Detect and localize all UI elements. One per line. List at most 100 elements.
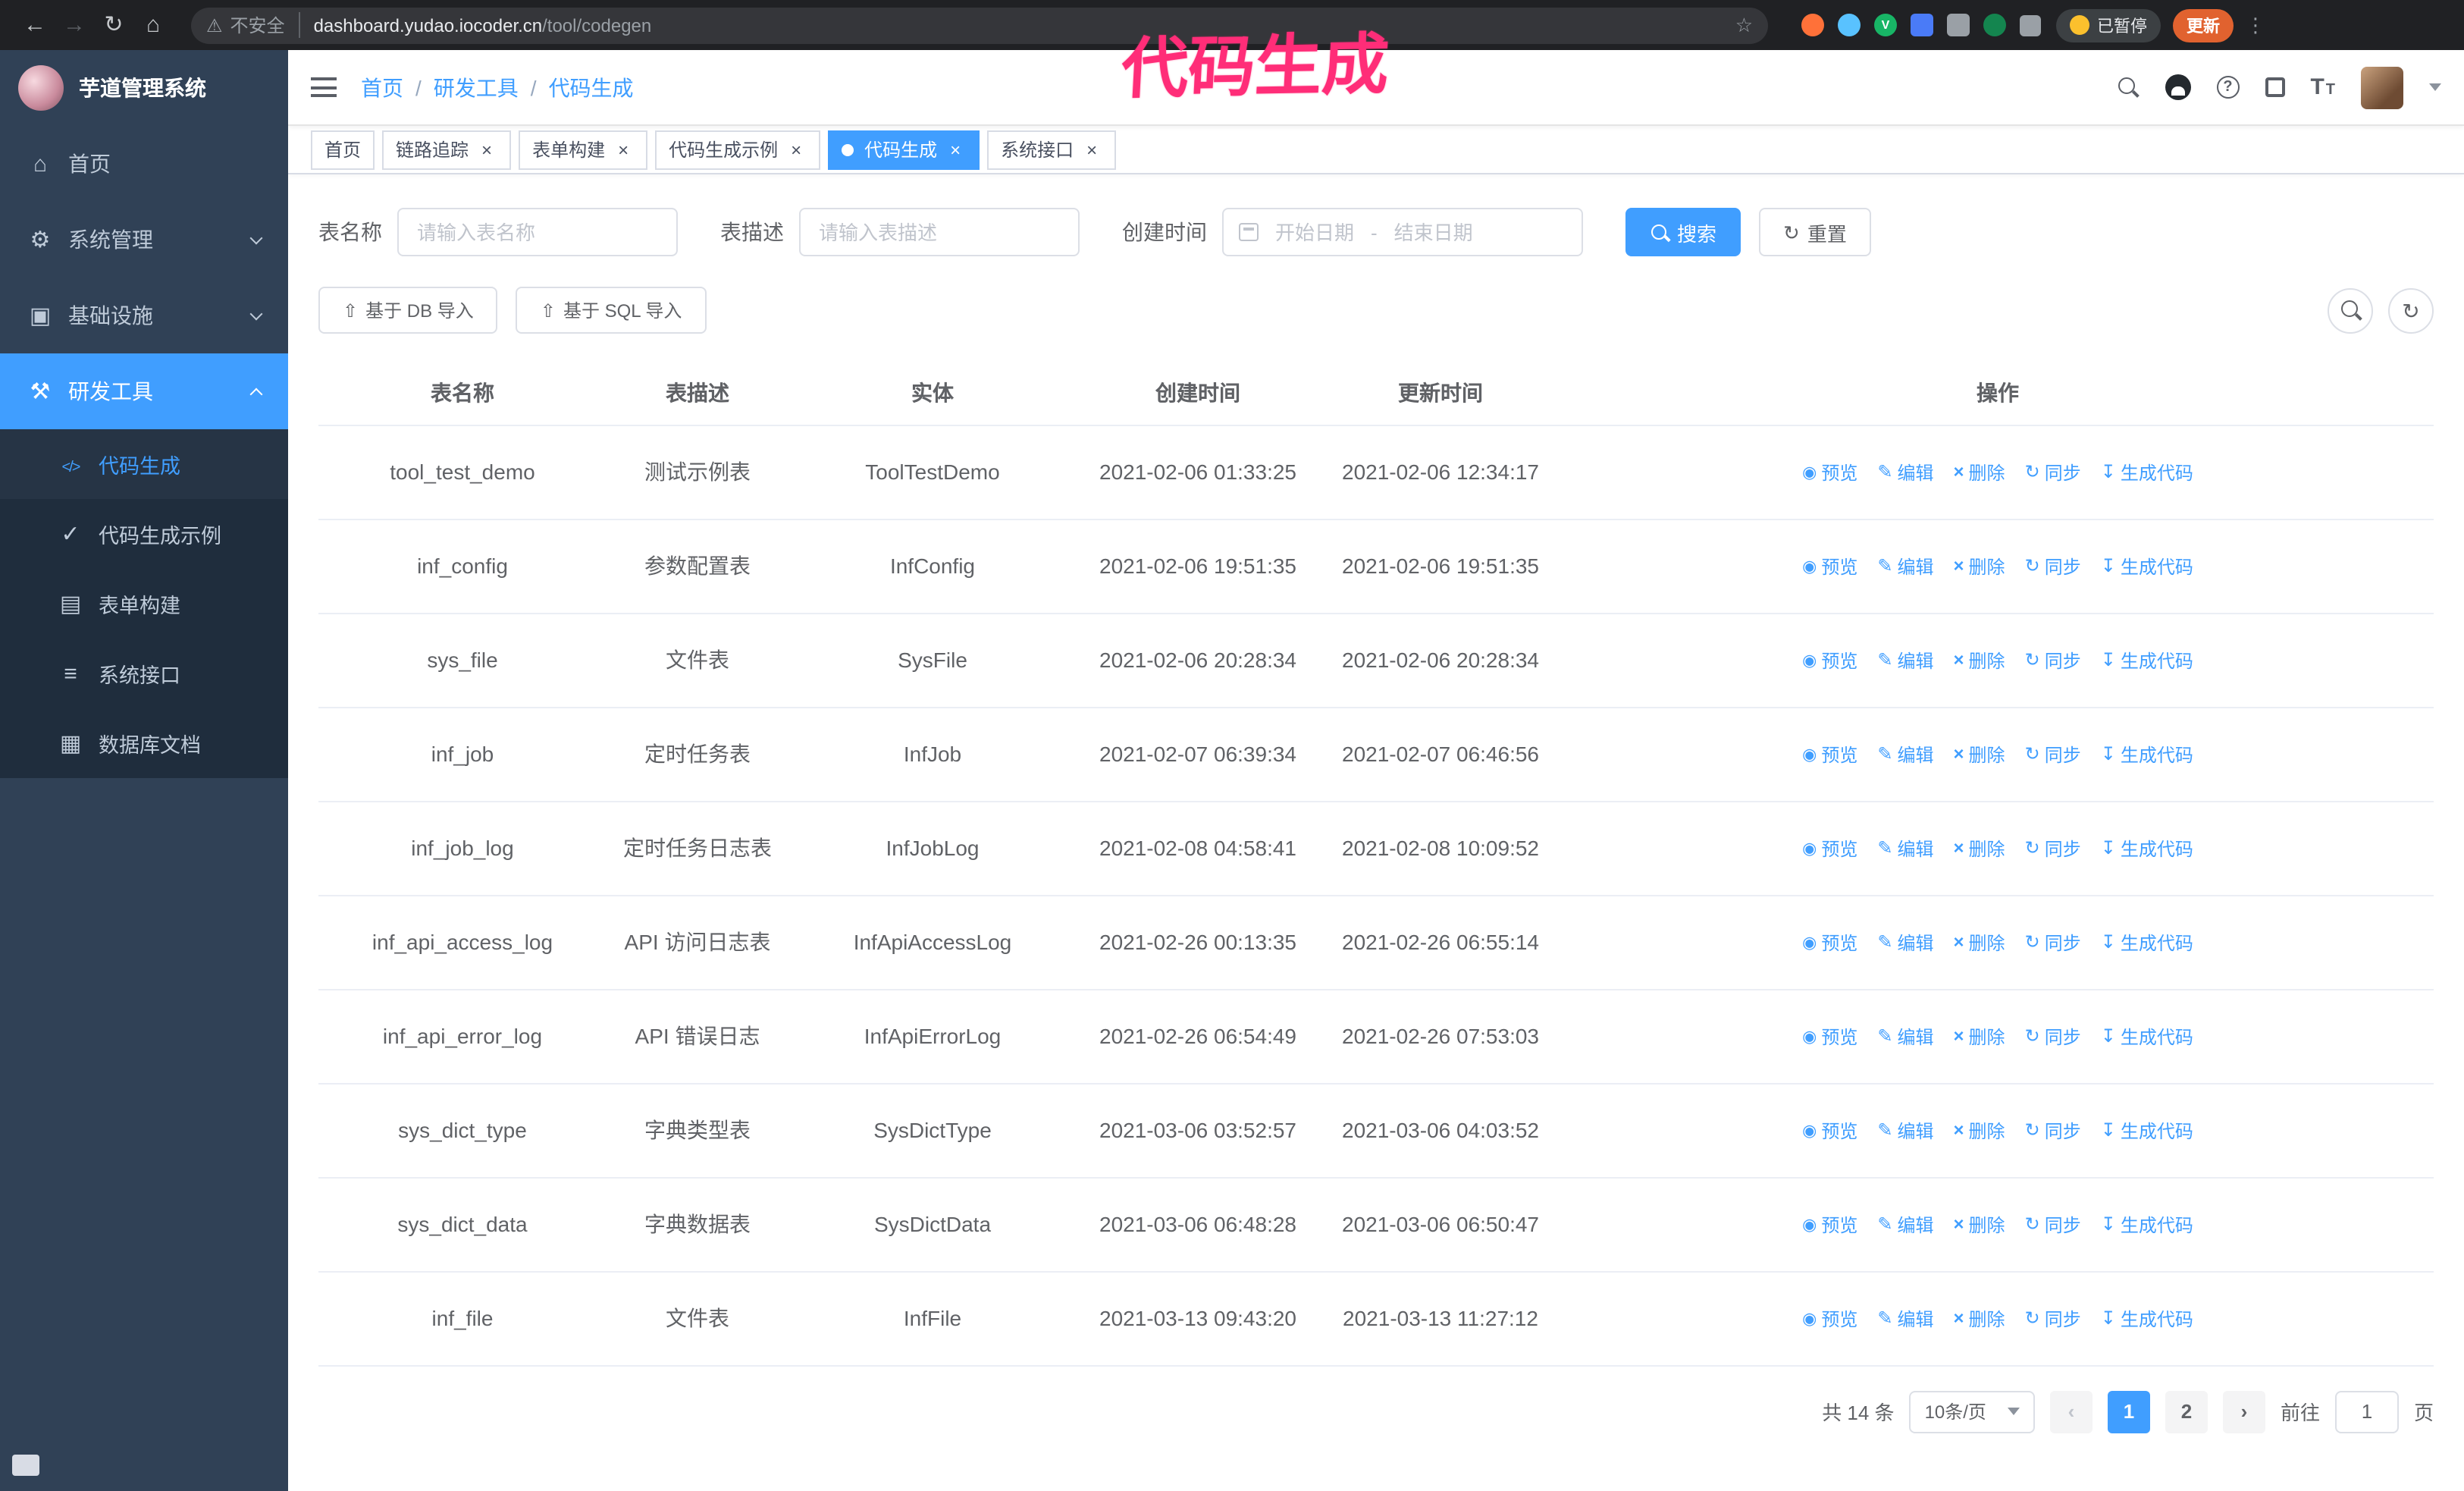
tab-system-api[interactable]: 系统接口 × xyxy=(987,130,1117,169)
table-name-input[interactable] xyxy=(397,208,678,256)
sync-link[interactable]: 同步 xyxy=(2025,929,2081,955)
sidebar-collapse-button[interactable] xyxy=(12,1455,39,1476)
app-logo[interactable]: 芋道管理系统 xyxy=(0,50,288,126)
generate-code-link[interactable]: 生成代码 xyxy=(2101,929,2193,955)
forward-icon[interactable] xyxy=(55,5,94,45)
generate-code-link[interactable]: 生成代码 xyxy=(2101,1117,2193,1143)
preview-link[interactable]: 预览 xyxy=(1802,1305,1857,1331)
delete-link[interactable]: 删除 xyxy=(1954,929,2005,955)
sync-link[interactable]: 同步 xyxy=(2025,835,2081,861)
goto-page-input[interactable] xyxy=(2334,1390,2399,1433)
toggle-search-button[interactable] xyxy=(2328,287,2373,333)
edit-link[interactable]: 编辑 xyxy=(1877,647,1933,673)
tab-codegen-example[interactable]: 代码生成示例 × xyxy=(655,130,821,169)
table-desc-input[interactable] xyxy=(799,208,1080,256)
generate-code-link[interactable]: 生成代码 xyxy=(2101,553,2193,579)
sidebar-item-codegen-example[interactable]: 代码生成示例 xyxy=(0,499,288,569)
tab-trace[interactable]: 链路追踪 × xyxy=(382,130,512,169)
preview-link[interactable]: 预览 xyxy=(1802,1211,1857,1237)
home-icon[interactable] xyxy=(133,5,173,45)
edit-link[interactable]: 编辑 xyxy=(1877,1211,1933,1237)
extension-icon[interactable] xyxy=(1947,14,1970,36)
search-button[interactable]: 搜索 xyxy=(1625,208,1741,256)
edit-link[interactable]: 编辑 xyxy=(1877,929,1933,955)
page-size-select[interactable]: 10条/页 xyxy=(1909,1390,2035,1433)
edit-link[interactable]: 编辑 xyxy=(1877,1117,1933,1143)
delete-link[interactable]: 删除 xyxy=(1954,553,2005,579)
preview-link[interactable]: 预览 xyxy=(1802,553,1857,579)
sidebar-item-db-doc[interactable]: 数据库文档 xyxy=(0,708,288,778)
hamburger-icon[interactable] xyxy=(311,77,337,97)
preview-link[interactable]: 预览 xyxy=(1802,647,1857,673)
edit-link[interactable]: 编辑 xyxy=(1877,459,1933,485)
preview-link[interactable]: 预览 xyxy=(1802,459,1857,485)
browser-update-button[interactable]: 更新 xyxy=(2173,8,2234,42)
sidebar-item-system[interactable]: 系统管理 xyxy=(0,202,288,278)
sync-link[interactable]: 同步 xyxy=(2025,1023,2081,1049)
breadcrumb-home[interactable]: 首页 xyxy=(361,72,403,102)
delete-link[interactable]: 删除 xyxy=(1954,647,2005,673)
sidebar-item-codegen[interactable]: 代码生成 xyxy=(0,429,288,499)
edit-link[interactable]: 编辑 xyxy=(1877,1023,1933,1049)
preview-link[interactable]: 预览 xyxy=(1802,929,1857,955)
delete-link[interactable]: 删除 xyxy=(1954,1211,2005,1237)
preview-link[interactable]: 预览 xyxy=(1802,835,1857,861)
help-icon[interactable] xyxy=(2216,76,2240,99)
delete-link[interactable]: 删除 xyxy=(1954,1305,2005,1331)
tab-form-builder[interactable]: 表单构建 × xyxy=(519,130,648,169)
generate-code-link[interactable]: 生成代码 xyxy=(2101,1305,2193,1331)
preview-link[interactable]: 预览 xyxy=(1802,1117,1857,1143)
page-button-1[interactable]: 1 xyxy=(2107,1390,2150,1433)
sidebar-item-system-api[interactable]: 系统接口 xyxy=(0,639,288,708)
end-date-input[interactable] xyxy=(1386,219,1481,245)
extension-icon[interactable] xyxy=(1838,14,1861,36)
sync-link[interactable]: 同步 xyxy=(2025,741,2081,767)
breadcrumb-devtools[interactable]: 研发工具 xyxy=(434,72,519,102)
import-db-button[interactable]: 基于 DB 导入 xyxy=(318,287,498,334)
close-icon[interactable]: × xyxy=(476,139,497,160)
page-button-2[interactable]: 2 xyxy=(2165,1390,2208,1433)
extension-icon[interactable] xyxy=(1983,14,2006,36)
address-bar[interactable]: 不安全 dashboard.yudao.iocoder.cn/tool/code… xyxy=(191,7,1768,43)
prev-page-button[interactable] xyxy=(2049,1390,2093,1433)
generate-code-link[interactable]: 生成代码 xyxy=(2101,459,2193,485)
date-range-picker[interactable]: - xyxy=(1222,208,1583,256)
import-sql-button[interactable]: 基于 SQL 导入 xyxy=(516,287,707,334)
extension-icon[interactable] xyxy=(1801,14,1824,36)
search-icon[interactable] xyxy=(2116,76,2139,99)
close-icon[interactable]: × xyxy=(1081,139,1102,160)
delete-link[interactable]: 删除 xyxy=(1954,1117,2005,1143)
edit-link[interactable]: 编辑 xyxy=(1877,553,1933,579)
security-chip[interactable]: 不安全 xyxy=(206,12,300,38)
generate-code-link[interactable]: 生成代码 xyxy=(2101,835,2193,861)
edit-link[interactable]: 编辑 xyxy=(1877,1305,1933,1331)
refresh-table-button[interactable] xyxy=(2388,287,2434,333)
sidebar-item-home[interactable]: 首页 xyxy=(0,126,288,202)
user-avatar[interactable] xyxy=(2361,66,2403,108)
edit-link[interactable]: 编辑 xyxy=(1877,835,1933,861)
extension-icon[interactable] xyxy=(1911,14,1933,36)
edit-link[interactable]: 编辑 xyxy=(1877,741,1933,767)
sync-link[interactable]: 同步 xyxy=(2025,1305,2081,1331)
sidebar-item-form-builder[interactable]: 表单构建 xyxy=(0,569,288,639)
sync-link[interactable]: 同步 xyxy=(2025,647,2081,673)
sync-link[interactable]: 同步 xyxy=(2025,553,2081,579)
next-page-button[interactable] xyxy=(2222,1390,2265,1433)
tab-codegen[interactable]: 代码生成 × xyxy=(828,130,980,169)
profile-paused-badge[interactable]: 已暂停 xyxy=(2056,8,2161,42)
extension-icon[interactable]: V xyxy=(1874,14,1897,36)
close-icon[interactable]: × xyxy=(785,139,807,160)
generate-code-link[interactable]: 生成代码 xyxy=(2101,1211,2193,1237)
delete-link[interactable]: 删除 xyxy=(1954,835,2005,861)
sync-link[interactable]: 同步 xyxy=(2025,459,2081,485)
start-date-input[interactable] xyxy=(1268,219,1362,245)
close-icon[interactable]: × xyxy=(945,139,966,160)
generate-code-link[interactable]: 生成代码 xyxy=(2101,1023,2193,1049)
extensions-puzzle-icon[interactable] xyxy=(2020,14,2041,36)
delete-link[interactable]: 删除 xyxy=(1954,459,2005,485)
browser-menu-icon[interactable]: ⋮ xyxy=(2246,13,2267,37)
sync-link[interactable]: 同步 xyxy=(2025,1117,2081,1143)
preview-link[interactable]: 预览 xyxy=(1802,1023,1857,1049)
sync-link[interactable]: 同步 xyxy=(2025,1211,2081,1237)
close-icon[interactable]: × xyxy=(613,139,634,160)
